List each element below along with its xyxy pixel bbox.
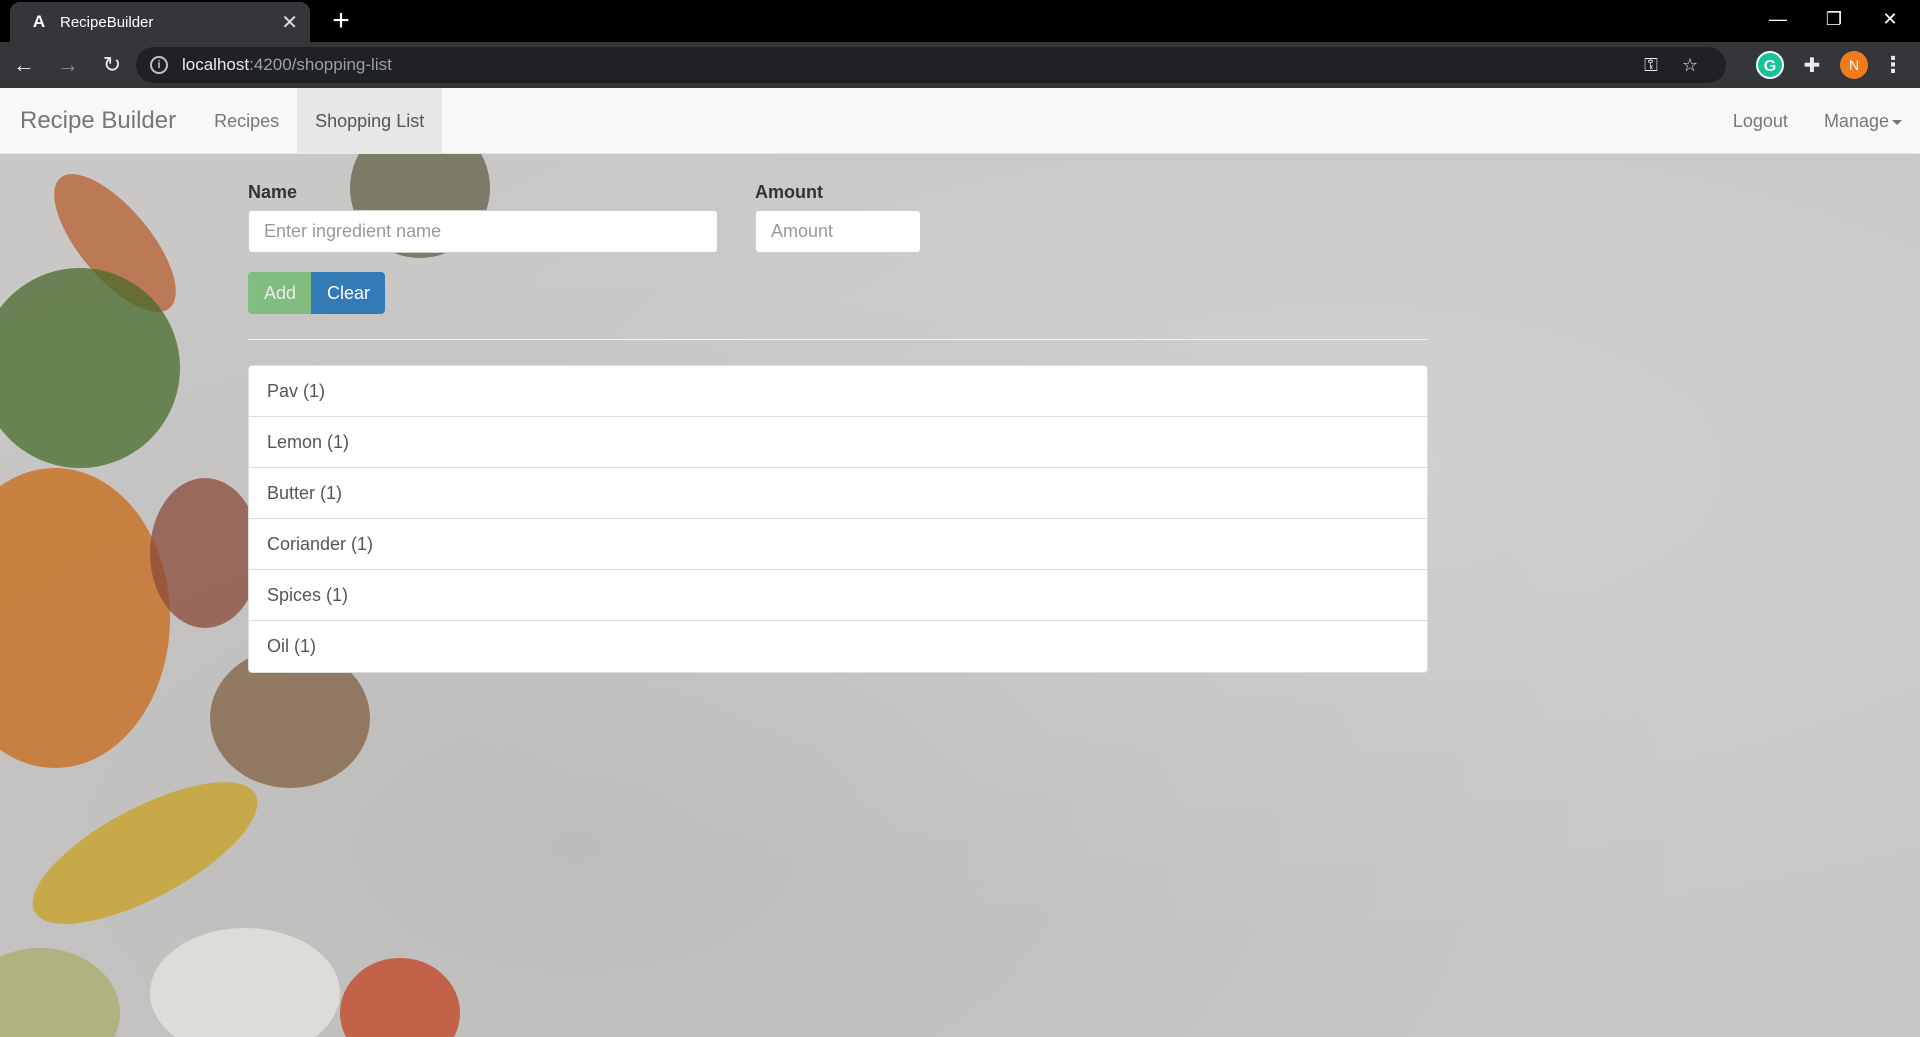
minimize-icon[interactable]: —: [1750, 0, 1806, 38]
list-item[interactable]: Pav (1): [249, 366, 1427, 417]
forward-icon[interactable]: →: [48, 45, 88, 85]
amount-input[interactable]: [755, 210, 921, 253]
reload-icon[interactable]: ↻: [92, 45, 132, 85]
potato-decoration: [150, 478, 260, 628]
list-item[interactable]: Coriander (1): [249, 519, 1427, 570]
nav-recipes[interactable]: Recipes: [196, 88, 297, 153]
nav-logout[interactable]: Logout: [1715, 88, 1806, 153]
angular-favicon-icon: A: [32, 12, 46, 31]
caret-down-icon: [1892, 119, 1902, 125]
profile-avatar[interactable]: N: [1840, 51, 1868, 79]
restore-icon[interactable]: ❐: [1806, 0, 1862, 38]
browser-toolbar: ← → ↻ i localhost:4200/shopping-list ⚿ ☆…: [0, 42, 1920, 88]
list-item[interactable]: Spices (1): [249, 570, 1427, 621]
list-item[interactable]: Oil (1): [249, 621, 1427, 672]
shopping-list: Pav (1) Lemon (1) Butter (1) Coriander (1) S…: [248, 365, 1428, 673]
url-host: localhost: [182, 55, 250, 74]
nav-shopping-list[interactable]: Shopping List: [297, 88, 443, 153]
tomato-decoration: [340, 958, 460, 1037]
corn-decoration: [13, 754, 277, 952]
address-bar[interactable]: i localhost:4200/shopping-list ⚿ ☆: [136, 47, 1726, 83]
extensions-puzzle-icon[interactable]: ✚: [1798, 53, 1826, 78]
page-viewport: Recipe Builder Recipes Shopping List Log…: [0, 88, 1920, 1037]
clear-button[interactable]: Clear: [311, 272, 385, 314]
close-window-icon[interactable]: ✕: [1862, 0, 1918, 38]
squash-decoration: [0, 948, 120, 1037]
url-path: :4200/shopping-list: [249, 55, 392, 74]
amount-label: Amount: [755, 182, 823, 202]
back-icon[interactable]: ←: [4, 45, 44, 85]
manage-label: Manage: [1823, 111, 1889, 131]
name-label: Name: [248, 182, 298, 202]
bookmark-star-icon[interactable]: ☆: [1682, 55, 1698, 76]
brand-link[interactable]: Recipe Builder: [0, 88, 196, 153]
key-icon[interactable]: ⚿: [1644, 55, 1658, 76]
browser-titlebar: A RecipeBuilder ✕ + — ❐ ✕: [0, 0, 1920, 42]
pumpkin-decoration: [0, 468, 170, 768]
app-navbar: Recipe Builder Recipes Shopping List Log…: [0, 88, 1920, 154]
new-tab-icon[interactable]: +: [324, 4, 358, 38]
lentil-bowl-decoration: [150, 928, 340, 1037]
grammarly-extension-icon[interactable]: G: [1756, 51, 1784, 79]
ingredient-name-input[interactable]: [248, 210, 718, 253]
divider: [248, 339, 1428, 340]
add-button[interactable]: Add: [248, 272, 311, 314]
site-info-icon[interactable]: i: [150, 56, 168, 74]
list-item[interactable]: Lemon (1): [249, 417, 1427, 468]
close-tab-icon[interactable]: ✕: [281, 10, 298, 35]
browser-menu-icon[interactable]: ⋮: [1882, 52, 1904, 78]
browser-tab[interactable]: A RecipeBuilder ✕: [10, 2, 310, 42]
nav-manage-dropdown[interactable]: Manage: [1806, 88, 1920, 153]
list-item[interactable]: Butter (1): [249, 468, 1427, 519]
tab-title: RecipeBuilder: [60, 13, 154, 31]
